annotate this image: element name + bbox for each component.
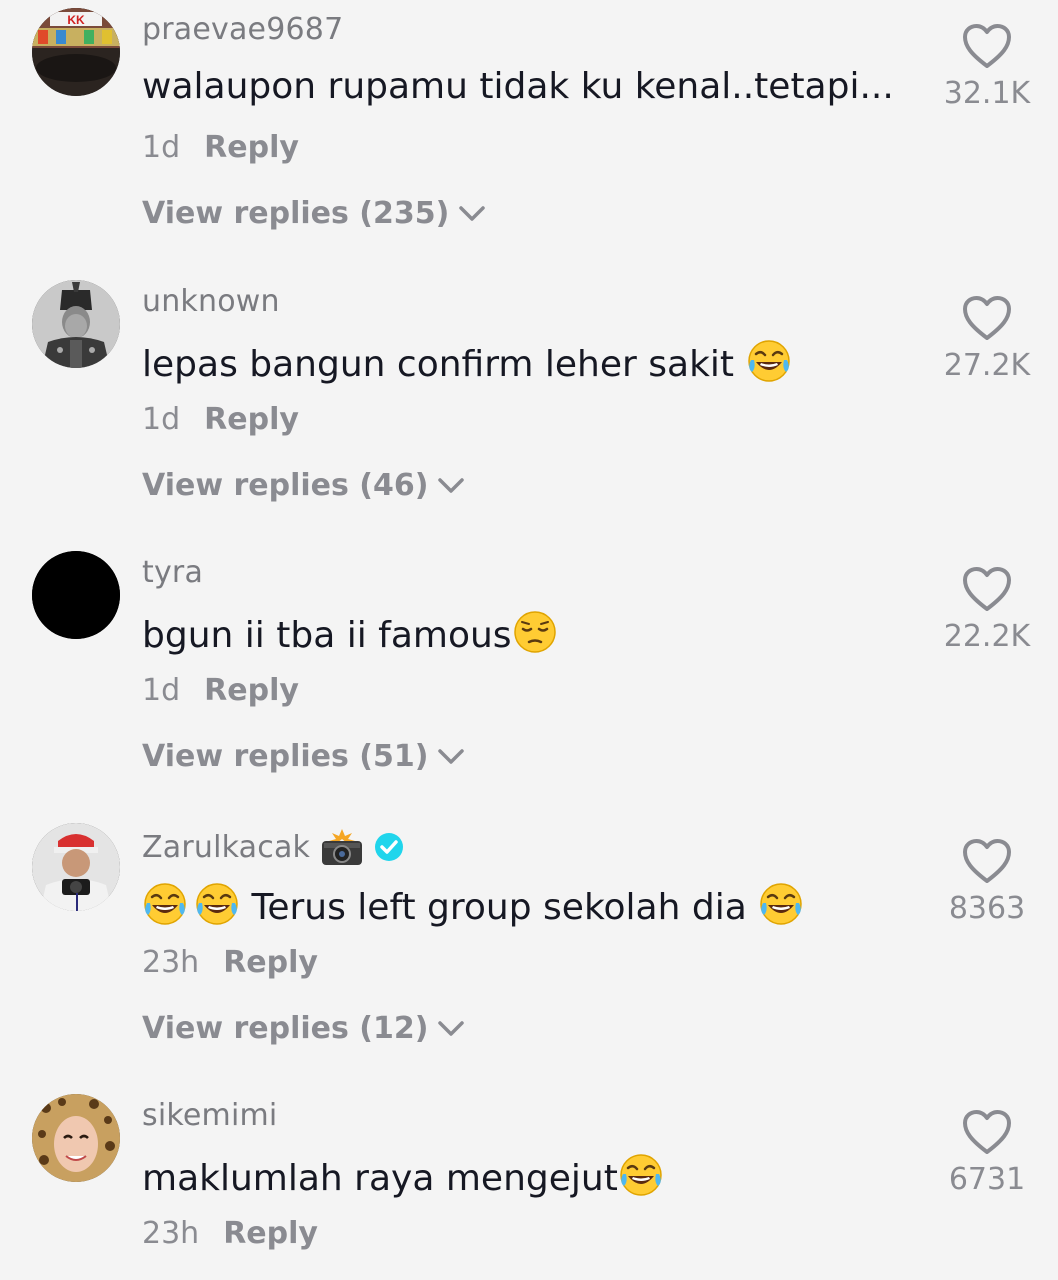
heart-outline-icon[interactable]: [961, 565, 1013, 613]
like-count: 32.1K: [943, 76, 1031, 111]
comment-meta: 23h Reply: [142, 1216, 318, 1251]
chevron-down-icon[interactable]: [436, 1019, 466, 1039]
timestamp: 1d: [142, 130, 181, 165]
username[interactable]: praevae9687: [142, 12, 343, 47]
comment-meta: 23h Reply: [142, 945, 318, 980]
camera-flash-emoji-icon: [322, 829, 363, 865]
svg-text:KK: KK: [67, 13, 85, 27]
comment-text-content: lepas bangun confirm leher sakit: [142, 344, 735, 385]
like-button[interactable]: 32.1K: [942, 22, 1032, 111]
comment-item: Zarulkacak Terus left group sekolah dia …: [0, 815, 1058, 1085]
username-label[interactable]: tyra: [142, 555, 203, 590]
comment-item: tyra bgun ii tba ii famous 1d Reply View…: [0, 543, 1058, 813]
reply-button[interactable]: Reply: [204, 402, 299, 437]
username-label[interactable]: Zarulkacak: [142, 830, 310, 865]
avatar[interactable]: [32, 1094, 120, 1182]
comment-meta: 1d Reply: [142, 402, 299, 437]
like-count: 6731: [948, 1162, 1026, 1197]
username[interactable]: sikemimi: [142, 1098, 277, 1133]
comment-text-content: bgun ii tba ii famous: [142, 615, 512, 656]
like-count: 27.2K: [943, 348, 1031, 383]
comment-text-content: Terus left group sekolah dia: [251, 887, 747, 928]
reply-button[interactable]: Reply: [223, 1216, 318, 1251]
timestamp: 23h: [142, 1216, 200, 1251]
laughing-emoji-icon: [194, 881, 240, 927]
timestamp: 1d: [142, 402, 181, 437]
like-button[interactable]: 22.2K: [942, 565, 1032, 654]
verified-badge-icon: [375, 833, 404, 861]
view-replies-label[interactable]: View replies (12): [142, 1011, 428, 1046]
laughing-emoji-icon: [142, 881, 188, 927]
view-replies-button[interactable]: View replies (51): [142, 739, 466, 774]
avatar[interactable]: KK: [32, 8, 120, 96]
username[interactable]: unknown: [142, 284, 280, 319]
comment-item: unknown lepas bangun confirm leher sakit…: [0, 272, 1058, 542]
reply-button[interactable]: Reply: [223, 945, 318, 980]
username-label[interactable]: unknown: [142, 284, 280, 319]
heart-outline-icon[interactable]: [961, 837, 1013, 885]
chevron-down-icon[interactable]: [457, 204, 487, 224]
chevron-down-icon[interactable]: [436, 747, 466, 767]
view-replies-button[interactable]: View replies (46): [142, 468, 466, 503]
like-count: 8363: [948, 891, 1026, 926]
reply-button[interactable]: Reply: [204, 673, 299, 708]
avatar[interactable]: [32, 823, 120, 911]
reply-button[interactable]: Reply: [204, 130, 299, 165]
laughing-emoji-icon: [746, 338, 792, 384]
heart-outline-icon[interactable]: [961, 22, 1013, 70]
username[interactable]: tyra: [142, 555, 203, 590]
comment-meta: 1d Reply: [142, 130, 299, 165]
like-button[interactable]: 27.2K: [942, 294, 1032, 383]
username-label[interactable]: praevae9687: [142, 12, 343, 47]
timestamp: 1d: [142, 673, 181, 708]
comment-meta: 1d Reply: [142, 673, 299, 708]
like-button[interactable]: 6731: [942, 1108, 1032, 1197]
comment-list: KK praevae9687 walaupon rupamu tidak ku …: [0, 0, 1058, 1280]
heart-outline-icon[interactable]: [961, 1108, 1013, 1156]
avatar[interactable]: [32, 551, 120, 639]
view-replies-button[interactable]: View replies (235): [142, 196, 487, 231]
laughing-emoji-icon: [758, 881, 804, 927]
like-count: 22.2K: [943, 619, 1031, 654]
comment-item: sikemimi maklumlah raya mengejut 23h Rep…: [0, 1086, 1058, 1280]
view-replies-label[interactable]: View replies (51): [142, 739, 428, 774]
laughing-emoji-icon: [618, 1152, 664, 1198]
chevron-down-icon[interactable]: [436, 476, 466, 496]
timestamp: 23h: [142, 945, 200, 980]
view-replies-label[interactable]: View replies (46): [142, 468, 428, 503]
comment-text: bgun ii tba ii famous: [142, 609, 558, 656]
comment-text-content: maklumlah raya mengejut: [142, 1158, 618, 1199]
avatar[interactable]: [32, 280, 120, 368]
like-button[interactable]: 8363: [942, 837, 1032, 926]
pensive-emoji-icon: [512, 609, 558, 655]
username[interactable]: Zarulkacak: [142, 827, 404, 867]
comment-text-content: walaupon rupamu tidak ku kenal..tetapi..…: [142, 66, 894, 107]
comment-text: lepas bangun confirm leher sakit: [142, 338, 792, 385]
comment-text: Terus left group sekolah dia: [142, 881, 804, 928]
comment-item: KK praevae9687 walaupon rupamu tidak ku …: [0, 0, 1058, 270]
view-replies-button[interactable]: View replies (12): [142, 1011, 466, 1046]
view-replies-label[interactable]: View replies (235): [142, 196, 449, 231]
username-label[interactable]: sikemimi: [142, 1098, 277, 1133]
heart-outline-icon[interactable]: [961, 294, 1013, 342]
comment-text: maklumlah raya mengejut: [142, 1152, 664, 1199]
comment-text: walaupon rupamu tidak ku kenal..tetapi..…: [142, 66, 894, 107]
